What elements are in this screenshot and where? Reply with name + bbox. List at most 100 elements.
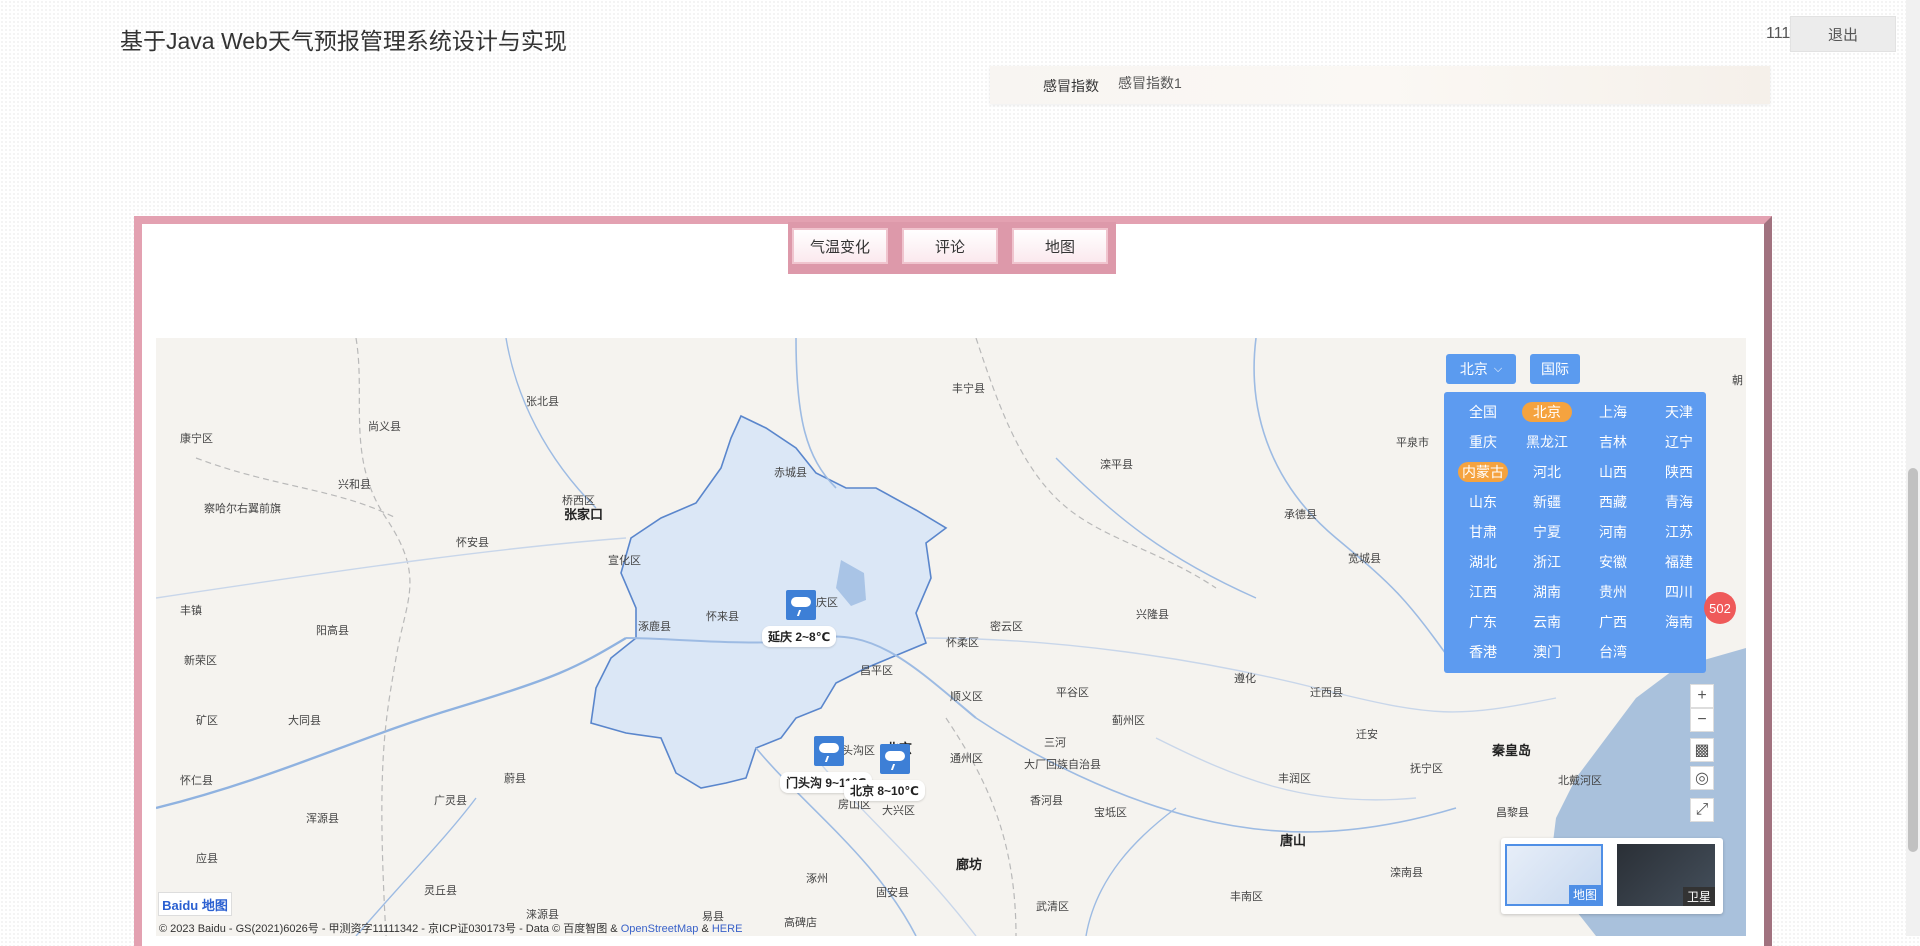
province-item[interactable]: 四川 — [1654, 582, 1704, 602]
province-item[interactable]: 湖北 — [1458, 552, 1508, 572]
province-item[interactable]: 全国 — [1458, 402, 1508, 422]
weather-marker-beijing[interactable]: 北京 8~10℃ — [844, 744, 925, 801]
province-item[interactable]: 重庆 — [1458, 432, 1508, 452]
rain-cloud-icon — [786, 590, 816, 620]
cold-index-value: 感冒指数1 — [1118, 75, 1182, 91]
province-item[interactable]: 浙江 — [1522, 552, 1572, 572]
rain-cloud-icon — [880, 744, 910, 774]
copyright-text: © 2023 Baidu - GS(2021)6026号 - 甲测资字11111… — [159, 923, 618, 935]
scrollbar-thumb[interactable] — [1908, 468, 1918, 852]
province-item[interactable]: 贵州 — [1588, 582, 1638, 602]
province-item[interactable]: 吉林 — [1588, 432, 1638, 452]
cold-index-label: 感冒指数 — [1043, 78, 1099, 94]
province-item[interactable]: 西藏 — [1588, 492, 1638, 512]
place-label: 滦南县 — [1390, 867, 1423, 879]
page-title: 基于Java Web天气预报管理系统设计与实现 — [120, 28, 567, 54]
place-label: 张家口 — [564, 507, 604, 522]
province-item[interactable]: 河南 — [1588, 522, 1638, 542]
province-item[interactable]: 天津 — [1654, 402, 1704, 422]
tab-map[interactable]: 地图 — [1012, 228, 1108, 264]
province-item[interactable]: 上海 — [1588, 402, 1638, 422]
province-item[interactable]: 宁夏 — [1522, 522, 1572, 542]
place-label: 三河 — [1044, 737, 1066, 749]
province-item[interactable]: 青海 — [1654, 492, 1704, 512]
place-label: 宣化区 — [608, 555, 641, 567]
place-label: 顺义区 — [950, 691, 983, 703]
province-item[interactable]: 海南 — [1654, 612, 1704, 632]
place-label: 迁西县 — [1310, 687, 1343, 699]
zoom-in-button[interactable]: + — [1690, 684, 1714, 708]
province-item[interactable]: 江西 — [1458, 582, 1508, 602]
city-select[interactable]: 北京 ⌵ — [1446, 354, 1516, 384]
rain-cloud-icon — [814, 736, 844, 766]
place-label: 蔚县 — [504, 773, 526, 785]
place-label: 丰南区 — [1230, 891, 1263, 903]
place-label: 宽城县 — [1348, 553, 1381, 565]
province-item[interactable]: 内蒙古 — [1458, 462, 1508, 482]
province-item[interactable]: 安徽 — [1588, 552, 1638, 572]
logout-button[interactable]: 退出 — [1790, 16, 1896, 52]
place-label: 固安县 — [876, 887, 909, 899]
here-link[interactable]: HERE — [712, 923, 743, 935]
weather-label: 北京 8~10℃ — [844, 780, 925, 801]
place-label: 通州区 — [950, 753, 983, 765]
province-item[interactable]: 广西 — [1588, 612, 1638, 632]
map-view[interactable]: 康宁区 尚义县 张北县 丰宁县 滦平县 平泉市 朝 兴和县 赤城县 桥西区 张家… — [156, 338, 1746, 936]
province-item[interactable]: 黑龙江 — [1522, 432, 1572, 452]
place-label: 武清区 — [1036, 901, 1069, 913]
zoom-out-button[interactable]: − — [1690, 708, 1714, 732]
province-item[interactable]: 台湾 — [1588, 642, 1638, 662]
place-label: 怀来县 — [706, 611, 739, 623]
place-label: 大兴区 — [882, 805, 915, 817]
province-item[interactable]: 陕西 — [1654, 462, 1704, 482]
place-label: 平谷区 — [1056, 687, 1089, 699]
province-item[interactable]: 山东 — [1458, 492, 1508, 512]
place-label: 大厂回族自治县 — [1024, 759, 1101, 771]
province-item[interactable]: 香港 — [1458, 642, 1508, 662]
province-item[interactable]: 新疆 — [1522, 492, 1572, 512]
province-item[interactable]: 广东 — [1458, 612, 1508, 632]
tab-comments[interactable]: 评论 — [902, 228, 998, 264]
province-item[interactable]: 湖南 — [1522, 582, 1572, 602]
place-label: 迁安 — [1356, 729, 1378, 741]
place-label: 香河县 — [1030, 795, 1063, 807]
map-type-normal[interactable]: 地图 — [1505, 844, 1603, 906]
province-item[interactable]: 福建 — [1654, 552, 1704, 572]
place-label: 滦平县 — [1100, 459, 1133, 471]
map-type-satellite[interactable]: 卫星 — [1617, 844, 1715, 906]
province-item[interactable]: 云南 — [1522, 612, 1572, 632]
province-item[interactable]: 河北 — [1522, 462, 1572, 482]
logo-text: Baidu 地图 — [162, 897, 228, 913]
place-label: 阳高县 — [316, 625, 349, 637]
place-label: 蓟州区 — [1112, 715, 1145, 727]
place-label: 丰宁县 — [952, 383, 985, 395]
province-item[interactable]: 甘肃 — [1458, 522, 1508, 542]
weather-marker-yanqing[interactable]: 延庆 2~8℃ — [762, 590, 837, 647]
place-label: 朝 — [1732, 375, 1743, 387]
openstreetmap-link[interactable]: OpenStreetMap — [621, 923, 699, 935]
fullscreen-icon[interactable]: ⤢ — [1690, 798, 1714, 822]
province-item[interactable]: 江苏 — [1654, 522, 1704, 542]
tab-temperature[interactable]: 气温变化 — [792, 228, 888, 264]
province-item[interactable]: 山西 — [1588, 462, 1638, 482]
province-item[interactable]: 北京 — [1522, 402, 1572, 422]
copyright-amp: & — [701, 923, 709, 935]
place-label: 庆区 — [816, 597, 838, 609]
cold-index-row: 感冒指数 感冒指数1 — [990, 66, 1770, 104]
china-map-icon[interactable]: ▩ — [1690, 738, 1714, 762]
place-label: 兴和县 — [338, 479, 371, 491]
province-panel: 全国 北京 上海 天津重庆 黑龙江 吉林 辽宁内蒙古 河北 山西 陕西山东 新疆 西藏 青海甘肃 宁夏 河南… — [1444, 392, 1706, 673]
notification-badge[interactable]: 502 — [1704, 592, 1736, 624]
user-name: 111 — [1766, 25, 1791, 42]
place-label: 怀柔区 — [946, 637, 979, 649]
place-label: 怀安县 — [456, 537, 489, 549]
weather-marker-mentougou[interactable]: 门头沟 9~11℃ — [780, 736, 873, 793]
international-button[interactable]: 国际 — [1530, 354, 1580, 384]
city-select-value: 北京 — [1459, 361, 1488, 377]
locate-icon[interactable]: ◎ — [1690, 766, 1714, 790]
province-item[interactable]: 辽宁 — [1654, 432, 1704, 452]
place-label: 秦皇岛 — [1492, 743, 1532, 758]
map-type-switcher: 地图 卫星 — [1501, 838, 1723, 914]
place-label: 承德县 — [1284, 509, 1317, 521]
province-item[interactable]: 澳门 — [1522, 642, 1572, 662]
